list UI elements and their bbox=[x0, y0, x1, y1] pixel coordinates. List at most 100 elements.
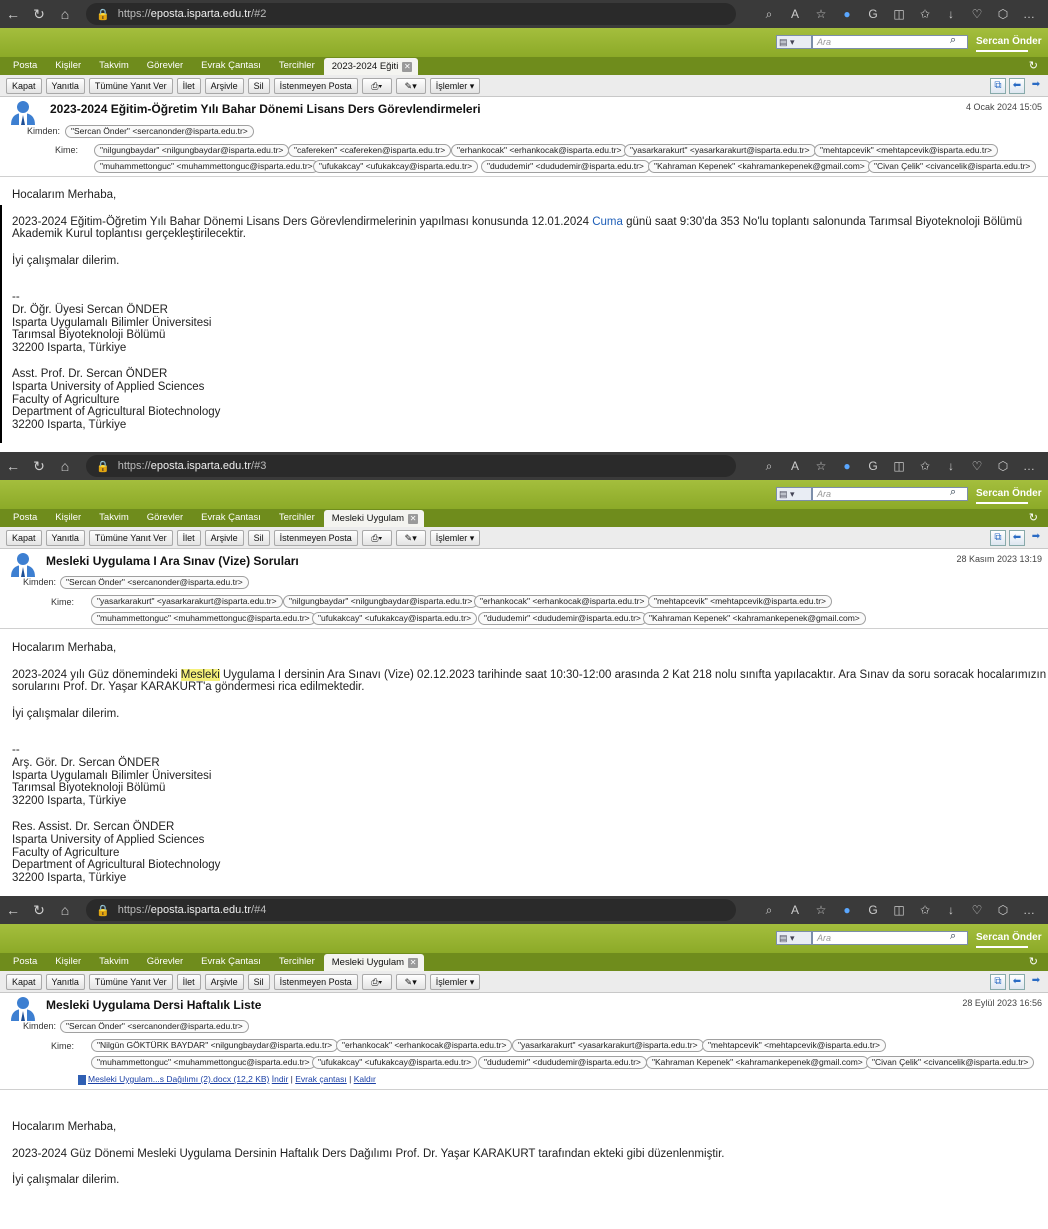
tab-kisiler[interactable]: Kişiler bbox=[46, 512, 90, 527]
to-address[interactable]: "yasarkarakurt" <yasarkarakurt@isparta.e… bbox=[624, 144, 816, 157]
print-icon[interactable]: ⎙▾ bbox=[361, 973, 392, 990]
from-address[interactable]: "Sercan Önder" <sercanonder@isparta.edu.… bbox=[60, 1020, 249, 1033]
search-icon[interactable]: ⌕ bbox=[950, 486, 956, 499]
tab-gorevler[interactable]: Görevler bbox=[138, 60, 192, 75]
search-icon[interactable]: ⌕ bbox=[756, 903, 782, 918]
to-address[interactable]: "nilgungbaydar" <nilgungbaydar@isparta.e… bbox=[283, 595, 479, 608]
downloads-icon[interactable]: ↓ bbox=[938, 7, 964, 21]
tab-takvim[interactable]: Takvim bbox=[90, 60, 138, 75]
copilot-icon[interactable]: ● bbox=[834, 7, 860, 21]
refresh-icon[interactable]: ↻ bbox=[26, 6, 52, 23]
to-address[interactable]: "dududemir" <dududemir@isparta.edu.tr> bbox=[478, 1056, 647, 1069]
to-address[interactable]: "Civan Çelik" <civancelik@isparta.edu.tr… bbox=[868, 160, 1037, 173]
tag-icon[interactable]: ✎▾ bbox=[395, 77, 426, 94]
print-icon[interactable]: ⎙▾ bbox=[361, 529, 392, 546]
reply-button[interactable]: Yanıtla bbox=[45, 529, 85, 546]
extensions-icon[interactable]: ♡ bbox=[964, 459, 990, 473]
tab-tercihler[interactable]: Tercihler bbox=[270, 956, 324, 971]
search-scope-select[interactable]: ▤ ▾ bbox=[776, 35, 812, 49]
favorite-icon[interactable]: ☆ bbox=[808, 903, 834, 917]
to-address[interactable]: "mehtapcevik" <mehtapcevik@isparta.edu.t… bbox=[702, 1039, 886, 1052]
forward-button[interactable]: İlet bbox=[176, 529, 201, 546]
address-bar[interactable]: 🔒 https://eposta.isparta.edu.tr/#2 bbox=[86, 3, 736, 25]
search-icon[interactable]: ⌕ bbox=[756, 459, 782, 474]
tab-posta[interactable]: Posta bbox=[4, 956, 46, 971]
tab-gorevler[interactable]: Görevler bbox=[138, 956, 192, 971]
to-address[interactable]: "dududemir" <dududemir@isparta.edu.tr> bbox=[478, 612, 647, 625]
downloads-icon[interactable]: ↓ bbox=[938, 903, 964, 917]
from-address[interactable]: "Sercan Önder" <sercanonder@isparta.edu.… bbox=[65, 125, 254, 138]
tab-evrak-cantasi[interactable]: Evrak Çantası bbox=[192, 956, 270, 971]
search-icon[interactable]: ⌕ bbox=[950, 930, 956, 943]
spam-button[interactable]: İstenmeyen Posta bbox=[273, 529, 358, 546]
refresh-icon[interactable]: ↻ bbox=[26, 902, 52, 919]
user-menu[interactable]: Sercan Önder bbox=[976, 488, 1042, 499]
tab-evrak-cantasi[interactable]: Evrak Çantası bbox=[192, 60, 270, 75]
close-icon[interactable]: ✕ bbox=[402, 61, 413, 72]
to-address[interactable]: "ufukakcay" <ufukakcay@isparta.edu.tr> bbox=[312, 612, 478, 625]
prev-icon[interactable]: ⬅ bbox=[1009, 974, 1025, 990]
extensions-icon[interactable]: ♡ bbox=[964, 903, 990, 917]
reply-all-button[interactable]: Tümüne Yanıt Ver bbox=[88, 529, 173, 546]
to-address[interactable]: "muhammettonguc" <muhammettonguc@isparta… bbox=[91, 1056, 316, 1069]
favorites-icon[interactable]: ◫ bbox=[886, 7, 912, 21]
reply-all-button[interactable]: Tümüne Yanıt Ver bbox=[88, 973, 173, 990]
close-button[interactable]: Kapat bbox=[6, 529, 42, 546]
read-aloud-icon[interactable]: A bbox=[782, 903, 808, 917]
favorites-icon[interactable]: ◫ bbox=[886, 459, 912, 473]
favorites-icon[interactable]: ◫ bbox=[886, 903, 912, 917]
tag-icon[interactable]: ✎▾ bbox=[395, 973, 426, 990]
to-address[interactable]: "dududemir" <dududemir@isparta.edu.tr> bbox=[481, 160, 650, 173]
refresh-icon[interactable]: ↻ bbox=[1029, 955, 1038, 968]
tab-active-email[interactable]: Mesleki Uygulam ✕ bbox=[323, 954, 425, 971]
tab-posta[interactable]: Posta bbox=[4, 512, 46, 527]
browser-essentials-icon[interactable]: ⬡ bbox=[990, 459, 1016, 473]
to-address[interactable]: "Nilgün GÖKTÜRK BAYDAR" <nilgungbaydar@i… bbox=[91, 1039, 339, 1052]
user-menu[interactable]: Sercan Önder bbox=[976, 932, 1042, 943]
close-icon[interactable]: ✕ bbox=[408, 513, 419, 524]
copilot-icon[interactable]: ● bbox=[834, 459, 860, 473]
tab-tercihler[interactable]: Tercihler bbox=[270, 60, 324, 75]
spam-button[interactable]: İstenmeyen Posta bbox=[273, 973, 358, 990]
split-icon[interactable]: G bbox=[860, 7, 886, 21]
extensions-icon[interactable]: ♡ bbox=[964, 7, 990, 21]
to-address[interactable]: "Civan Çelik" <civancelik@isparta.edu.tr… bbox=[866, 1056, 1035, 1069]
read-aloud-icon[interactable]: A bbox=[782, 459, 808, 473]
search-icon[interactable]: ⌕ bbox=[756, 7, 782, 22]
remove-link[interactable]: Kaldır bbox=[354, 1074, 376, 1084]
forward-button[interactable]: İlet bbox=[176, 973, 201, 990]
refresh-icon[interactable]: ↻ bbox=[26, 458, 52, 475]
to-address[interactable]: "mehtapcevik" <mehtapcevik@isparta.edu.t… bbox=[648, 595, 832, 608]
actions-menu[interactable]: İşlemler ▾ bbox=[429, 973, 481, 990]
search-input[interactable]: Ara bbox=[812, 931, 968, 945]
to-address[interactable]: "yasarkarakurt" <yasarkarakurt@isparta.e… bbox=[91, 595, 283, 608]
browser-essentials-icon[interactable]: ⬡ bbox=[990, 903, 1016, 917]
new-window-icon[interactable]: ⧉ bbox=[990, 78, 1006, 94]
spam-button[interactable]: İstenmeyen Posta bbox=[273, 77, 358, 94]
reply-button[interactable]: Yanıtla bbox=[45, 77, 85, 94]
close-button[interactable]: Kapat bbox=[6, 77, 42, 94]
briefcase-link[interactable]: Evrak çantası bbox=[295, 1074, 347, 1084]
to-address[interactable]: "erhankocak" <erhankocak@isparta.edu.tr> bbox=[451, 144, 628, 157]
tab-kisiler[interactable]: Kişiler bbox=[46, 60, 90, 75]
to-address[interactable]: "Kahraman Kepenek" <kahramankepenek@gmai… bbox=[648, 160, 871, 173]
tab-evrak-cantasi[interactable]: Evrak Çantası bbox=[192, 512, 270, 527]
new-window-icon[interactable]: ⧉ bbox=[990, 530, 1006, 546]
search-input[interactable]: Ara bbox=[812, 487, 968, 501]
archive-button[interactable]: Arşivle bbox=[204, 529, 244, 546]
tab-gorevler[interactable]: Görevler bbox=[138, 512, 192, 527]
new-window-icon[interactable]: ⧉ bbox=[990, 974, 1006, 990]
back-icon[interactable]: ← bbox=[0, 458, 26, 474]
close-button[interactable]: Kapat bbox=[6, 973, 42, 990]
home-icon[interactable]: ⌂ bbox=[52, 902, 78, 918]
refresh-icon[interactable]: ↻ bbox=[1029, 59, 1038, 72]
actions-menu[interactable]: İşlemler ▾ bbox=[429, 77, 481, 94]
delete-button[interactable]: Sil bbox=[247, 529, 270, 546]
to-address[interactable]: "ufukakcay" <ufukakcay@isparta.edu.tr> bbox=[313, 160, 479, 173]
back-icon[interactable]: ← bbox=[0, 902, 26, 918]
archive-button[interactable]: Arşivle bbox=[204, 77, 244, 94]
to-address[interactable]: "mehtapcevik" <mehtapcevik@isparta.edu.t… bbox=[814, 144, 998, 157]
to-address[interactable]: "Kahraman Kepenek" <kahramankepenek@gmai… bbox=[646, 1056, 869, 1069]
to-address[interactable]: "muhammettonguc" <muhammettonguc@isparta… bbox=[94, 160, 319, 173]
tab-posta[interactable]: Posta bbox=[4, 60, 46, 75]
